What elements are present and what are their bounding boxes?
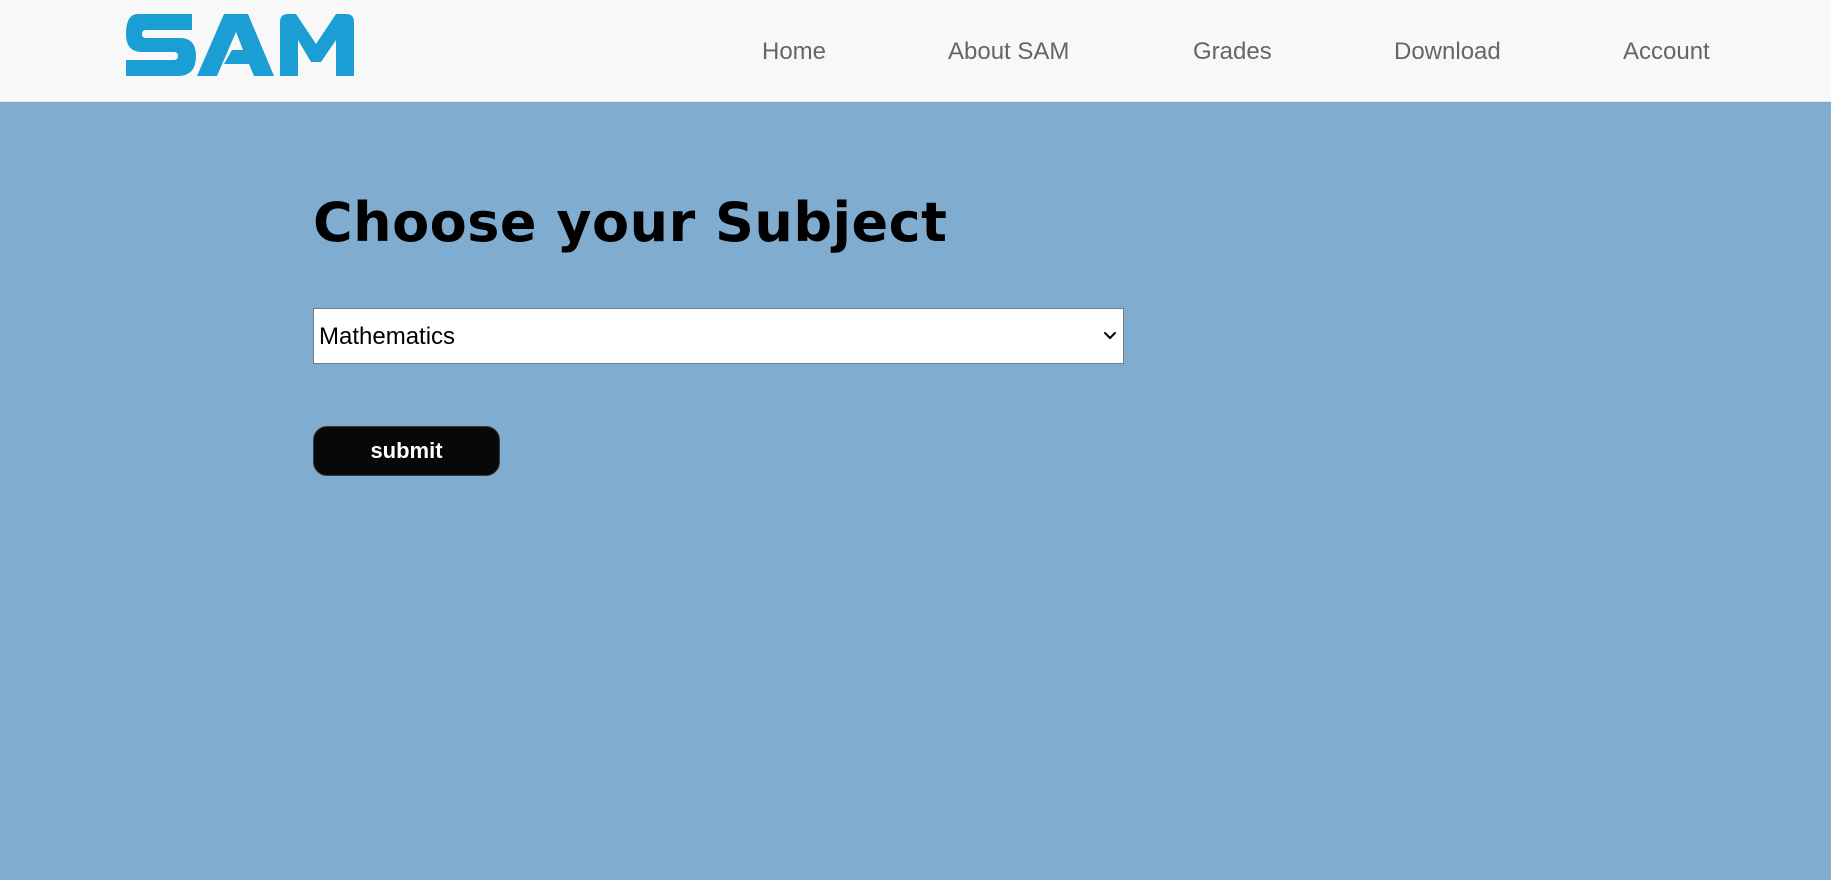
nav-account-link[interactable]: Account xyxy=(1623,38,1710,66)
nav-home-link[interactable]: Home xyxy=(762,38,826,66)
submit-button[interactable]: submit xyxy=(313,426,500,476)
nav-grades-link[interactable]: Grades xyxy=(1193,38,1272,66)
sam-logo[interactable] xyxy=(124,12,364,78)
subject-form: Choose your Subject Mathematics submit xyxy=(313,190,1213,476)
subject-select-value: Mathematics xyxy=(319,323,456,350)
chevron-down-icon xyxy=(1101,327,1119,345)
site-header: Home About SAM Grades Download Account xyxy=(0,0,1831,102)
nav-download-link[interactable]: Download xyxy=(1394,38,1501,66)
subject-select[interactable]: Mathematics xyxy=(313,308,1124,364)
nav-about-sam-link[interactable]: About SAM xyxy=(948,38,1069,66)
page-title: Choose your Subject xyxy=(313,191,948,254)
